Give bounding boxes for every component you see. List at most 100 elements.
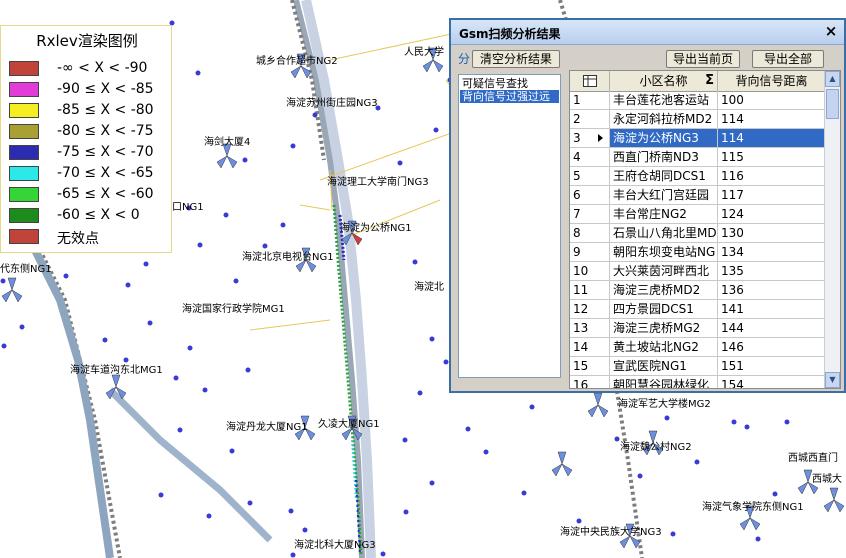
map-label: 海淀丹龙大厦NG1 <box>226 420 308 433</box>
cell-name[interactable]: 丰台大红门宫廷园 <box>610 186 718 204</box>
table-row[interactable]: 6 丰台大红门宫廷园 117 <box>570 186 826 205</box>
legend-label: -65 ≤ X < -60 <box>57 186 154 202</box>
legend-swatch <box>9 166 39 181</box>
cell-distance[interactable]: 151 <box>718 357 826 375</box>
dialog-title: Gsm扫频分析结果 <box>459 27 561 41</box>
row-index: 2 <box>570 110 610 128</box>
legend-label: -60 ≤ X < 0 <box>57 207 140 223</box>
cell-name[interactable]: 永定河斜拉桥MD2 <box>610 110 718 128</box>
table-row[interactable]: 16 朝阳慧谷园林绿化 154 <box>570 376 826 388</box>
cell-name[interactable]: 宣武医院NG1 <box>610 357 718 375</box>
row-index: 5 <box>570 167 610 185</box>
clear-results-button[interactable]: 清空分析结果 <box>472 50 560 68</box>
cell-distance[interactable]: 136 <box>718 281 826 299</box>
cell-distance[interactable]: 114 <box>718 110 826 128</box>
list-item-suspicious-signal[interactable]: 可疑信号查找 <box>460 77 559 90</box>
results-grid[interactable]: 小区名称 Σ 背向信号距离 Σ 1丰台莲花池客运站1002永定河斜拉桥MD211… <box>569 70 841 389</box>
legend-swatch <box>9 82 39 97</box>
grid-icon <box>582 75 597 87</box>
legend-label: -85 ≤ X < -80 <box>57 102 154 118</box>
map-label: 海淀北科大厦NG3 <box>294 538 376 551</box>
legend-swatch <box>9 187 39 202</box>
close-icon[interactable]: × <box>824 23 838 39</box>
cell-distance[interactable]: 124 <box>718 205 826 223</box>
legend-label: -90 ≤ X < -85 <box>57 81 154 97</box>
column-header-distance[interactable]: 背向信号距离 Σ <box>718 71 835 91</box>
export-all-button[interactable]: 导出全部 <box>752 50 824 68</box>
cell-name[interactable]: 王府仓胡同DCS1 <box>610 167 718 185</box>
legend-title: Rxlev渲染图例 <box>36 32 138 50</box>
cell-name[interactable]: 海淀三虎桥MG2 <box>610 319 718 337</box>
cell-name[interactable]: 海淀三虎桥MD2 <box>610 281 718 299</box>
map-label: 人民大学 <box>404 45 444 58</box>
legend-swatch <box>9 208 39 223</box>
cell-name[interactable]: 海淀为公桥NG3 <box>610 129 718 147</box>
legend-swatch <box>9 124 39 139</box>
cell-distance[interactable]: 141 <box>718 300 826 318</box>
cell-distance[interactable]: 114 <box>718 129 826 147</box>
table-row[interactable]: 10 大兴莱茵河畔西北 135 <box>570 262 826 281</box>
cell-name[interactable]: 黄土坡站北NG2 <box>610 338 718 356</box>
cell-distance[interactable]: 154 <box>718 376 826 388</box>
map-label: 西城西直门 <box>788 451 838 464</box>
column-name-label: 小区名称 <box>639 74 688 88</box>
row-index: 8 <box>570 224 610 242</box>
rxlev-legend: Rxlev渲染图例 -∞ < X < -90 -90 ≤ X < -85 -85… <box>0 25 172 253</box>
row-index: 11 <box>570 281 610 299</box>
row-index: 16 <box>570 376 610 388</box>
map-label: 海淀魏公村NG2 <box>620 440 692 453</box>
legend-swatch <box>9 103 39 118</box>
scroll-up-icon[interactable]: ▲ <box>825 71 840 87</box>
row-index: 13 <box>570 319 610 337</box>
table-row[interactable]: 3 海淀为公桥NG3 114 <box>570 129 826 148</box>
table-row[interactable]: 15 宣武医院NG1 151 <box>570 357 826 376</box>
table-row[interactable]: 1 丰台莲花池客运站 100 <box>570 91 826 110</box>
row-index: 15 <box>570 357 610 375</box>
table-row[interactable]: 7 丰台常庄NG2 124 <box>570 205 826 224</box>
grid-corner[interactable] <box>570 71 610 91</box>
cell-name[interactable]: 丰台常庄NG2 <box>610 205 718 223</box>
cell-name[interactable]: 朝阳慧谷园林绿化 <box>610 376 718 388</box>
table-row[interactable]: 4 西直门桥南ND3 115 <box>570 148 826 167</box>
grid-header: 小区名称 Σ 背向信号距离 Σ <box>570 71 835 92</box>
legend-label: -∞ < X < -90 <box>57 60 148 76</box>
cell-distance[interactable]: 134 <box>718 243 826 261</box>
map-label: 海淀苏州街庄园NG3 <box>286 96 378 109</box>
table-row[interactable]: 11 海淀三虎桥MD2 136 <box>570 281 826 300</box>
scroll-down-icon[interactable]: ▼ <box>825 372 840 388</box>
cell-distance[interactable]: 115 <box>718 148 826 166</box>
cell-distance[interactable]: 135 <box>718 262 826 280</box>
table-row[interactable]: 5 王府仓胡同DCS1 116 <box>570 167 826 186</box>
cell-name[interactable]: 四方景园DCS1 <box>610 300 718 318</box>
cell-distance[interactable]: 144 <box>718 319 826 337</box>
table-row[interactable]: 12 四方景园DCS1 141 <box>570 300 826 319</box>
list-item-back-signal[interactable]: 背向信号过强过远 <box>460 90 559 103</box>
analysis-type-list[interactable]: 可疑信号查找 背向信号过强过远 <box>458 74 561 378</box>
table-row[interactable]: 14 黄土坡站北NG2 146 <box>570 338 826 357</box>
dialog-titlebar[interactable]: Gsm扫频分析结果 × <box>451 20 844 45</box>
cell-distance[interactable]: 117 <box>718 186 826 204</box>
analysis-type-pane: 分 清空分析结果 可疑信号查找 背向信号过强过远 <box>455 48 561 378</box>
scroll-thumb[interactable] <box>826 89 839 119</box>
cell-distance[interactable]: 130 <box>718 224 826 242</box>
cell-name[interactable]: 朝阳东坝变电站NG <box>610 243 718 261</box>
table-row[interactable]: 8 石景山八角北里MD 130 <box>570 224 826 243</box>
map-label: 海淀北 <box>414 280 444 293</box>
legend-label: -75 ≤ X < -70 <box>57 144 154 160</box>
export-page-button[interactable]: 导出当前页 <box>666 50 740 68</box>
cell-name[interactable]: 石景山八角北里MD <box>610 224 718 242</box>
table-row[interactable]: 9 朝阳东坝变电站NG 134 <box>570 243 826 262</box>
cell-distance[interactable]: 146 <box>718 338 826 356</box>
cell-distance[interactable]: 100 <box>718 91 826 109</box>
table-row[interactable]: 13 海淀三虎桥MG2 144 <box>570 319 826 338</box>
map-label: 海淀车道沟东北MG1 <box>70 363 163 376</box>
column-header-name[interactable]: 小区名称 Σ <box>610 71 718 91</box>
table-row[interactable]: 2 永定河斜拉桥MD2 114 <box>570 110 826 129</box>
cell-name[interactable]: 西直门桥南ND3 <box>610 148 718 166</box>
row-index: 3 <box>570 129 610 147</box>
cell-distance[interactable]: 116 <box>718 167 826 185</box>
cell-name[interactable]: 大兴莱茵河畔西北 <box>610 262 718 280</box>
vertical-scrollbar[interactable]: ▲ ▼ <box>824 71 840 388</box>
cell-name[interactable]: 丰台莲花池客运站 <box>610 91 718 109</box>
map-label: 海剑大厦4 <box>204 135 250 148</box>
